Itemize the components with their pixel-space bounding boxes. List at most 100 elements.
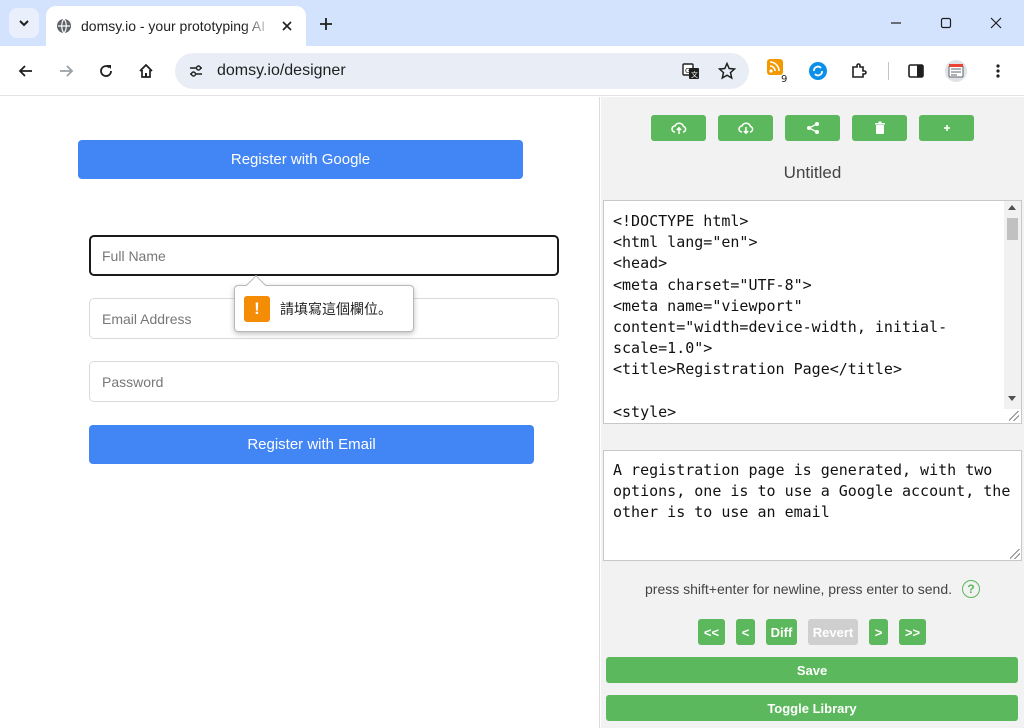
code-line: <meta charset="UTF-8"> bbox=[613, 275, 812, 294]
plus-icon bbox=[943, 125, 950, 131]
new-tab-button[interactable] bbox=[313, 11, 339, 37]
register-with-email-button[interactable]: Register with Email bbox=[89, 425, 534, 464]
prompt-resize-handle[interactable] bbox=[1010, 549, 1020, 559]
close-icon bbox=[990, 17, 1002, 29]
previous-version-button[interactable]: < bbox=[736, 619, 755, 645]
hint-text: press shift+enter for newline, press ent… bbox=[645, 581, 952, 597]
scroll-thumb[interactable] bbox=[1007, 218, 1018, 240]
full-name-input[interactable]: Full Name bbox=[89, 235, 559, 276]
sync-extension-button[interactable] bbox=[804, 57, 832, 85]
help-icon[interactable]: ? bbox=[962, 580, 980, 598]
avatar-icon bbox=[945, 60, 967, 82]
close-window-button[interactable] bbox=[976, 8, 1016, 38]
password-input[interactable]: Password bbox=[89, 361, 559, 402]
trash-icon bbox=[874, 121, 885, 134]
upload-button[interactable] bbox=[651, 115, 706, 141]
browser-tab[interactable]: domsy.io - your prototyping AI bbox=[46, 6, 306, 46]
validation-message: 請填寫這個欄位。 bbox=[280, 301, 392, 318]
translate-button[interactable]: G文 bbox=[677, 57, 705, 85]
scroll-up-arrow[interactable] bbox=[1008, 205, 1016, 210]
design-title[interactable]: Untitled bbox=[601, 163, 1024, 183]
save-button[interactable]: Save bbox=[606, 657, 1018, 683]
designer-panel: Untitled <!DOCTYPE html> <html lang="en">… bbox=[601, 97, 1024, 728]
resize-handle[interactable] bbox=[1009, 411, 1019, 421]
url-text[interactable]: domsy.io/designer bbox=[217, 62, 677, 80]
code-line: <title>Registration Page</title> bbox=[613, 360, 902, 379]
address-bar[interactable]: domsy.io/designer G文 bbox=[175, 53, 749, 89]
last-version-button[interactable]: >> bbox=[899, 619, 926, 645]
download-button[interactable] bbox=[718, 115, 773, 141]
browser-tab-bar: domsy.io - your prototyping AI bbox=[0, 0, 1024, 46]
home-icon bbox=[139, 63, 153, 78]
arrow-right-icon bbox=[60, 65, 74, 77]
warning-icon: ! bbox=[244, 295, 270, 322]
first-version-button[interactable]: << bbox=[698, 619, 725, 645]
star-icon bbox=[718, 62, 736, 80]
code-line: <!DOCTYPE html> bbox=[613, 212, 749, 230]
tune-icon bbox=[190, 65, 202, 77]
tab-title: domsy.io - your prototyping AI bbox=[81, 18, 266, 34]
translate-icon: G文 bbox=[682, 63, 699, 79]
reload-button[interactable] bbox=[92, 57, 120, 85]
site-settings-button[interactable] bbox=[185, 60, 207, 82]
sync-icon bbox=[809, 62, 827, 80]
side-panel-button[interactable] bbox=[902, 57, 930, 85]
code-content: <!DOCTYPE html> <html lang="en"> <head> <me… bbox=[613, 211, 947, 423]
tooltip-arrow bbox=[246, 275, 266, 295]
maximize-icon bbox=[940, 17, 952, 29]
diff-button[interactable]: Diff bbox=[766, 619, 797, 645]
globe-icon bbox=[57, 18, 71, 34]
share-button[interactable] bbox=[785, 115, 840, 141]
close-tab-button[interactable] bbox=[278, 17, 296, 35]
side-panel-icon bbox=[908, 64, 924, 78]
scroll-down-arrow[interactable] bbox=[1008, 396, 1016, 401]
profile-button[interactable] bbox=[942, 57, 970, 85]
more-vertical-icon bbox=[996, 64, 1000, 78]
puzzle-icon bbox=[852, 63, 867, 78]
extension-badge: 9 bbox=[781, 74, 787, 84]
forward-button[interactable] bbox=[52, 57, 80, 85]
toolbar-divider bbox=[888, 62, 889, 80]
register-with-google-button[interactable]: Register with Google bbox=[78, 140, 523, 179]
reload-icon bbox=[100, 65, 112, 77]
code-line: content="width=device-width, initial- bbox=[613, 318, 948, 337]
maximize-button[interactable] bbox=[926, 8, 966, 38]
cloud-download-icon bbox=[737, 122, 753, 135]
svg-text:G: G bbox=[685, 67, 690, 75]
code-editor[interactable]: <!DOCTYPE html> <html lang="en"> <head> <me… bbox=[603, 200, 1022, 424]
revert-button[interactable]: Revert bbox=[808, 619, 858, 645]
arrow-left-icon bbox=[18, 65, 32, 77]
minimize-button[interactable] bbox=[876, 8, 916, 38]
code-line: <head> bbox=[613, 254, 668, 273]
next-version-button[interactable]: > bbox=[869, 619, 888, 645]
validation-tooltip: ! 請填寫這個欄位。 bbox=[234, 275, 414, 332]
code-scrollbar[interactable] bbox=[1004, 201, 1021, 409]
browser-menu-button[interactable] bbox=[984, 57, 1012, 85]
extensions-button[interactable] bbox=[845, 57, 873, 85]
close-icon bbox=[282, 21, 292, 31]
delete-button[interactable] bbox=[852, 115, 907, 141]
tab-search-button[interactable] bbox=[9, 8, 39, 38]
chevron-down-icon bbox=[19, 20, 29, 27]
home-button[interactable] bbox=[132, 57, 160, 85]
code-line: <meta name="viewport" bbox=[613, 296, 803, 315]
share-icon bbox=[806, 122, 819, 134]
svg-text:文: 文 bbox=[691, 70, 698, 79]
preview-pane: Register with Google Full Name Email Add… bbox=[0, 97, 600, 728]
prompt-textarea[interactable]: A registration page is generated, with t… bbox=[603, 450, 1022, 561]
cloud-upload-icon bbox=[670, 122, 686, 134]
browser-toolbar: domsy.io/designer G文 9 bbox=[0, 46, 1024, 96]
code-line: scale=1.0"> bbox=[613, 339, 713, 358]
plus-icon bbox=[320, 18, 332, 30]
bookmark-button[interactable] bbox=[713, 57, 741, 85]
rss-extension-button[interactable]: 9 bbox=[765, 57, 793, 85]
code-line: <style> bbox=[613, 402, 677, 421]
new-design-button[interactable] bbox=[919, 115, 974, 141]
minimize-icon bbox=[891, 22, 901, 24]
send-hint: press shift+enter for newline, press ent… bbox=[601, 580, 1024, 598]
toggle-library-button[interactable]: Toggle Library bbox=[606, 695, 1018, 721]
code-line: <html lang="en"> bbox=[613, 233, 758, 252]
back-button[interactable] bbox=[12, 57, 40, 85]
rss-icon: 9 bbox=[767, 59, 787, 84]
